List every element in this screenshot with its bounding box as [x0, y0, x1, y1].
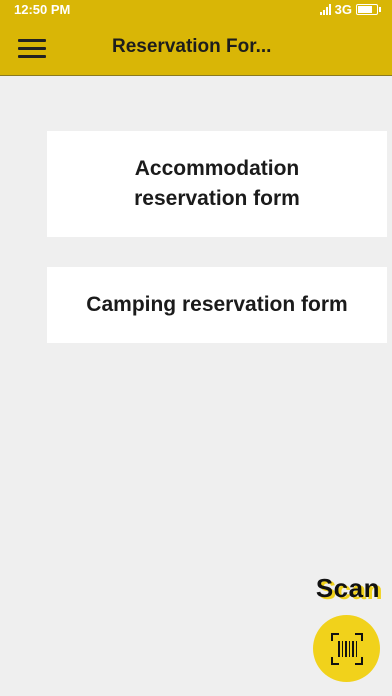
camping-form-label: Camping reservation form	[86, 293, 348, 316]
battery-icon	[356, 4, 381, 15]
accommodation-form-button[interactable]: Accommodation reservation form	[47, 131, 387, 237]
barcode-scan-icon	[330, 632, 363, 665]
scan-button[interactable]	[313, 615, 380, 682]
signal-icon	[319, 4, 331, 15]
status-bar: 12:50 PM 3G	[0, 0, 392, 20]
app-bar: Reservation For...	[0, 20, 392, 76]
hamburger-menu-icon[interactable]	[12, 32, 52, 64]
network-type: 3G	[334, 2, 352, 17]
status-indicators: 3G	[319, 2, 381, 17]
scan-label: Scan	[315, 573, 380, 603]
accommodation-form-label: Accommodation reservation form	[134, 157, 300, 210]
page-title: Reservation For...	[112, 36, 272, 57]
status-time: 12:50 PM	[14, 2, 71, 17]
camping-form-button[interactable]: Camping reservation form	[47, 267, 387, 343]
